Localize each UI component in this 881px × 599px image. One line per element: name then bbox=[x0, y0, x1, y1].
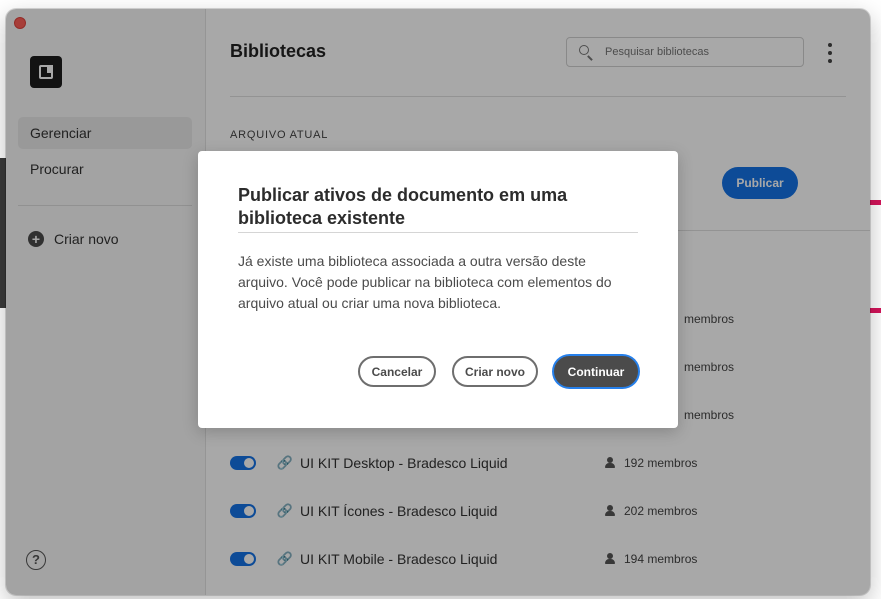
dialog-body: Já existe uma biblioteca associada a out… bbox=[238, 253, 612, 311]
dialog-divider bbox=[238, 232, 638, 233]
background-canvas-fragment bbox=[869, 200, 881, 205]
continue-button[interactable]: Continuar bbox=[554, 356, 638, 387]
publish-dialog: Publicar ativos de documento em uma bibl… bbox=[198, 151, 678, 428]
background-canvas-fragment bbox=[869, 308, 881, 313]
cancel-button[interactable]: Cancelar bbox=[358, 356, 436, 387]
create-new-library-button[interactable]: Criar novo bbox=[452, 356, 538, 387]
dialog-title: Publicar ativos de documento em uma bibl… bbox=[238, 185, 568, 228]
